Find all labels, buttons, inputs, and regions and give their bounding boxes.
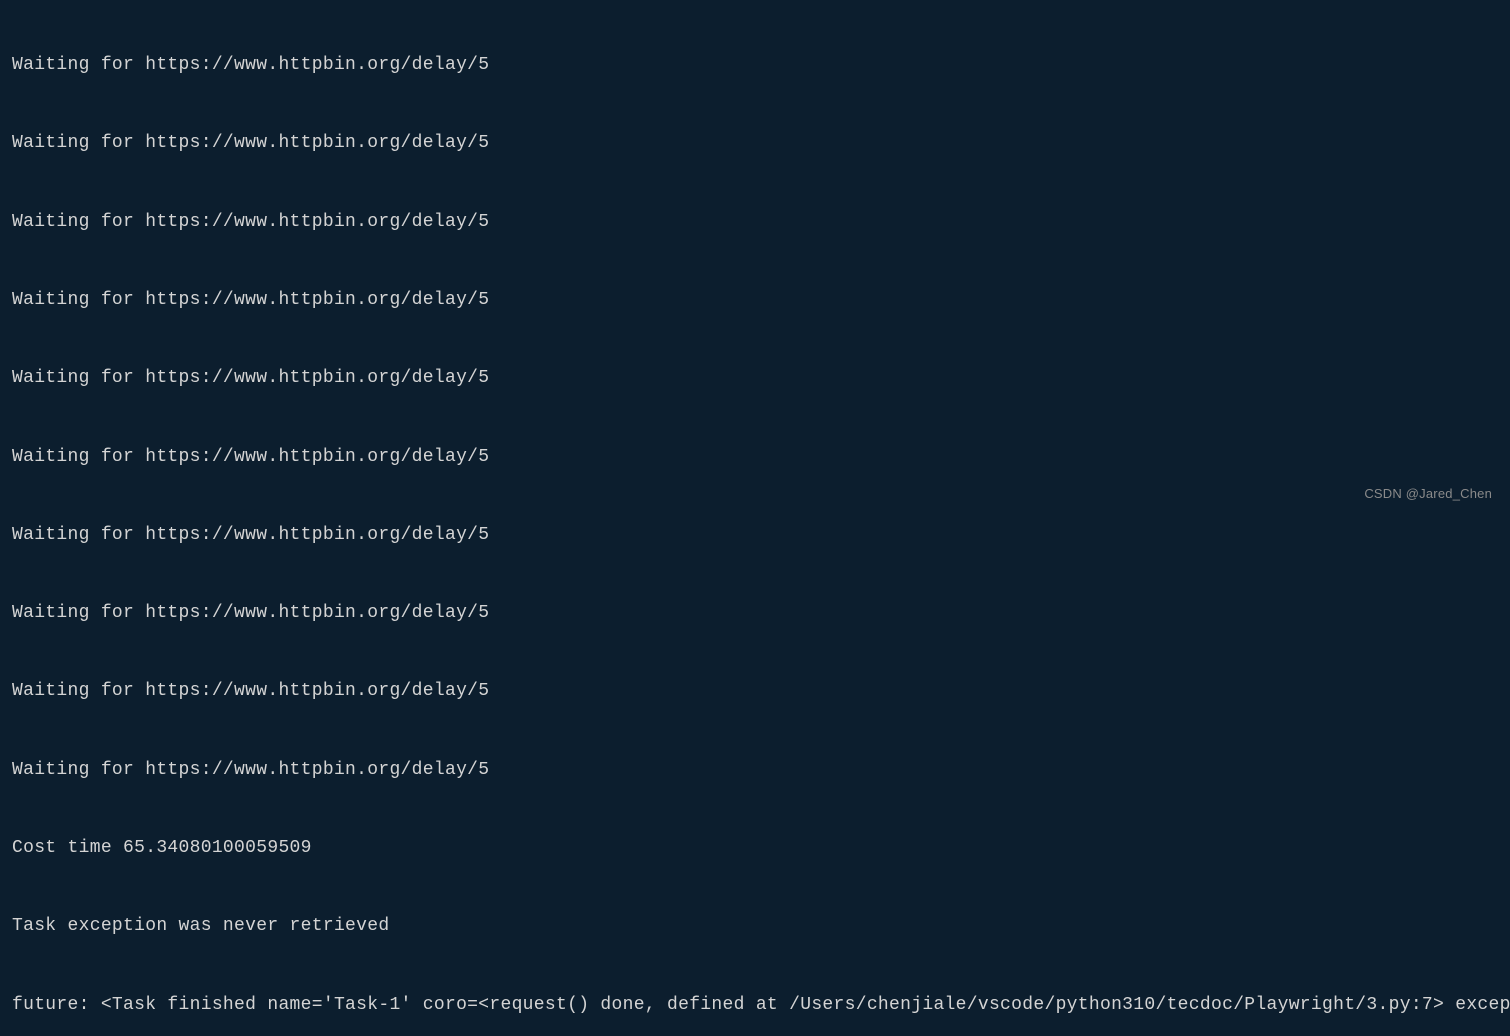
cost-time-line: Cost time 65.34080100059509 [12, 835, 1498, 861]
log-line: Waiting for https://www.httpbin.org/dela… [12, 678, 1498, 704]
log-line: Waiting for https://www.httpbin.org/dela… [12, 130, 1498, 156]
log-line: Waiting for https://www.httpbin.org/dela… [12, 209, 1498, 235]
future-info-line: future: <Task finished name='Task-1' cor… [12, 992, 1498, 1018]
log-line: Waiting for https://www.httpbin.org/dela… [12, 52, 1498, 78]
terminal-output: Waiting for https://www.httpbin.org/dela… [12, 0, 1498, 1036]
log-line: Waiting for https://www.httpbin.org/dela… [12, 444, 1498, 470]
watermark-text: CSDN @Jared_Chen [1364, 485, 1492, 504]
exception-header-line: Task exception was never retrieved [12, 913, 1498, 939]
log-line: Waiting for https://www.httpbin.org/dela… [12, 522, 1498, 548]
log-line: Waiting for https://www.httpbin.org/dela… [12, 757, 1498, 783]
log-line: Waiting for https://www.httpbin.org/dela… [12, 600, 1498, 626]
log-line: Waiting for https://www.httpbin.org/dela… [12, 365, 1498, 391]
log-line: Waiting for https://www.httpbin.org/dela… [12, 287, 1498, 313]
